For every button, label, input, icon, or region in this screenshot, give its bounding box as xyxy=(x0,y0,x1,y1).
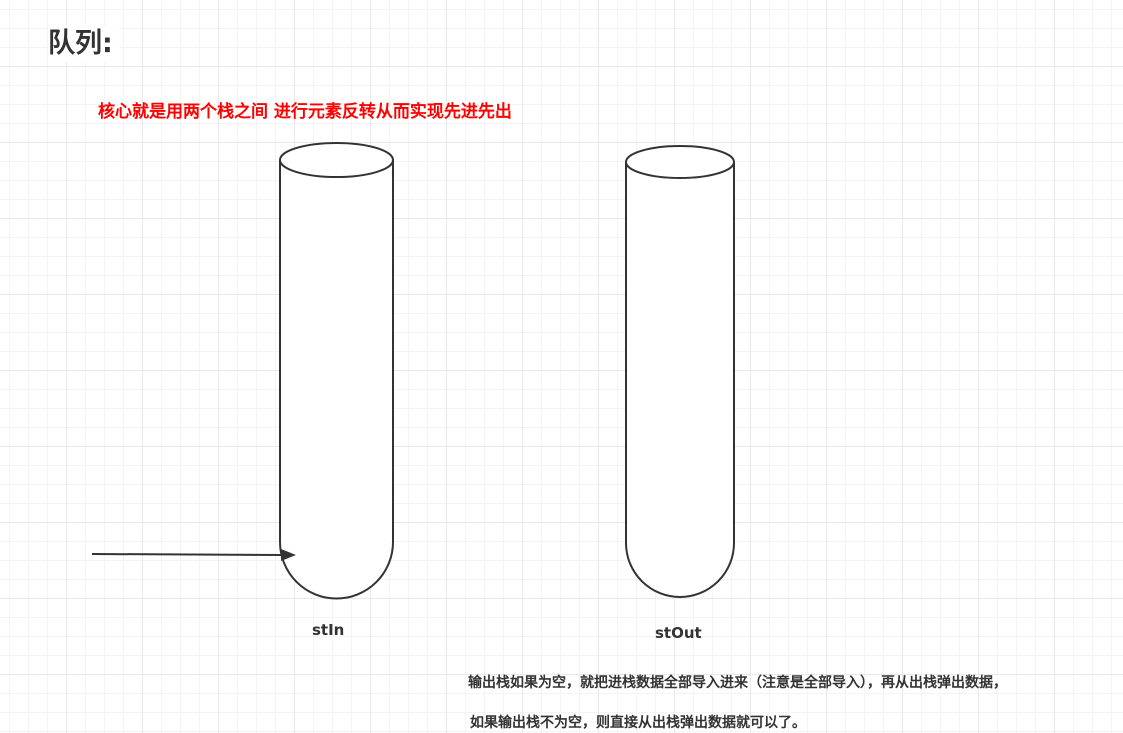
push-arrow xyxy=(91,549,296,561)
stack-out-tube xyxy=(625,145,735,598)
stack-diagram xyxy=(91,142,735,600)
note-line-2: 如果输出栈不为空，则直接从出栈弹出数据就可以了。 xyxy=(470,715,806,731)
stack-in-tube xyxy=(279,142,394,600)
stack-out-label: stOut xyxy=(655,624,702,642)
stack-in-label: stIn xyxy=(312,621,345,639)
note-line-1: 输出栈如果为空，就把进栈数据全部导入进来（注意是全部导入），再从出栈弹出数据， xyxy=(468,675,1007,691)
